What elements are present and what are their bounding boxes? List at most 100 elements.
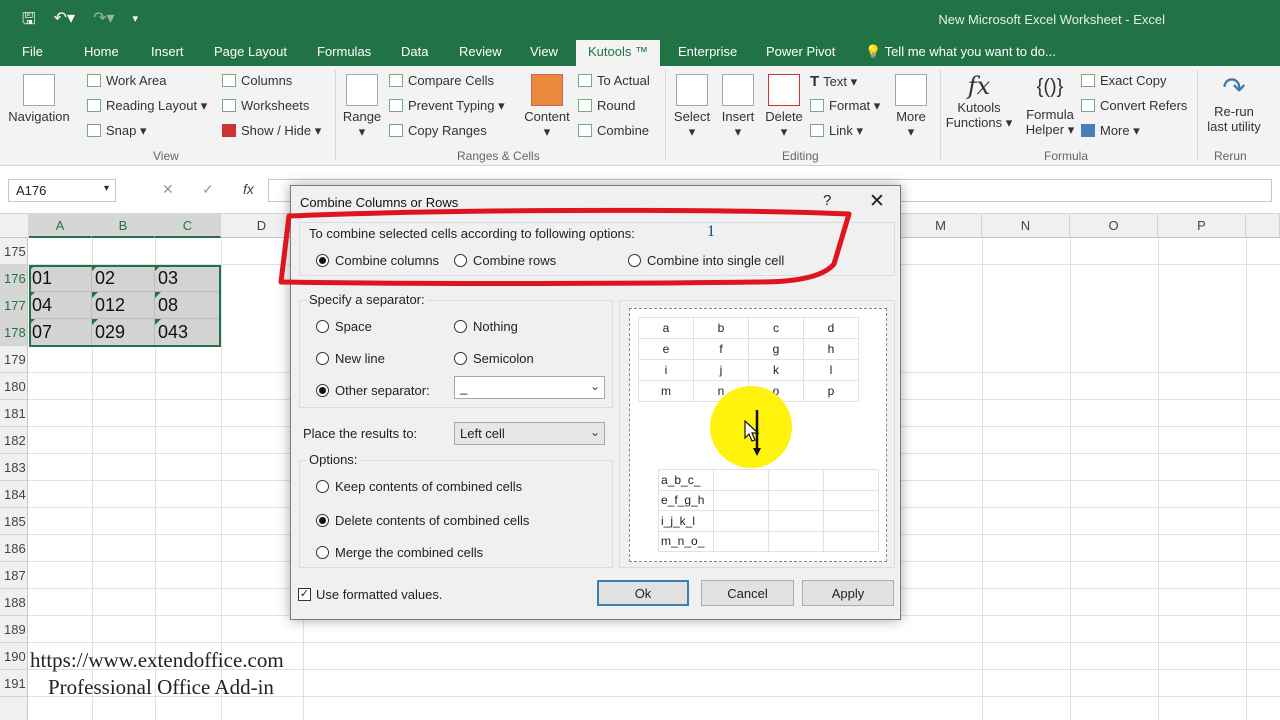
row-header-192[interactable]: [0, 697, 28, 720]
options-label: Options:: [307, 452, 360, 467]
show-hide-label: Show / Hide: [241, 123, 312, 138]
row-header-178[interactable]: 178: [0, 319, 28, 346]
radio-label: Keep contents of combined cells: [335, 479, 523, 494]
close-icon[interactable]: ✕: [869, 190, 885, 213]
name-box[interactable]: A176 ▾: [8, 179, 116, 202]
row-header-185[interactable]: 185: [0, 508, 28, 535]
kutools-functions-button[interactable]: fx Kutools Functions ▾: [945, 72, 1013, 131]
formula-helper-button[interactable]: {()} Formula Helper ▾: [1022, 76, 1078, 138]
to-actual-button[interactable]: To Actual: [578, 73, 650, 88]
customize-qat-icon[interactable]: ▾: [133, 8, 139, 35]
row-header-188[interactable]: 188: [0, 589, 28, 616]
column-header-a[interactable]: A: [29, 214, 92, 238]
cancel-button[interactable]: Cancel: [701, 580, 794, 606]
radio-dot: [316, 320, 329, 333]
column-header-o[interactable]: O: [1070, 214, 1158, 238]
tab-data[interactable]: Data: [401, 44, 428, 59]
preview-cell: f: [693, 338, 749, 360]
round-button[interactable]: Round: [578, 98, 635, 113]
radio-separator-nothing[interactable]: Nothing: [454, 319, 518, 334]
text-button[interactable]: T Text ▾: [810, 73, 857, 90]
tab-view[interactable]: View: [530, 44, 558, 59]
radio-separator-new-line[interactable]: New line: [316, 351, 385, 366]
save-icon[interactable]: 🖫: [22, 8, 36, 35]
tab-insert[interactable]: Insert: [151, 44, 184, 59]
navigation-button[interactable]: Navigation: [6, 74, 72, 124]
confirm-entry-icon[interactable]: ✓: [202, 181, 214, 198]
red-annotation-outline: [278, 207, 852, 286]
work-area-button[interactable]: Work Area: [87, 73, 166, 88]
apply-button[interactable]: Apply: [802, 580, 894, 606]
tab-power-pivot[interactable]: Power Pivot: [766, 44, 835, 59]
range-button[interactable]: Range ▾: [341, 74, 383, 140]
convert-refers-button[interactable]: Convert Refers: [1081, 98, 1187, 113]
radio-label: Other separator:: [335, 383, 430, 398]
more-formula-button[interactable]: More ▾: [1081, 123, 1140, 139]
row-header-183[interactable]: 183: [0, 454, 28, 481]
compare-cells-button[interactable]: Compare Cells: [389, 73, 494, 88]
row-header-180[interactable]: 180: [0, 373, 28, 400]
radio-merge-cells[interactable]: Merge the combined cells: [316, 545, 483, 560]
radio-delete-contents[interactable]: Delete contents of combined cells: [316, 513, 529, 528]
round-icon: [578, 99, 592, 112]
other-separator-combo[interactable]: _ ⌄: [454, 376, 605, 399]
name-box-value: A176: [16, 183, 47, 198]
row-header-191[interactable]: 191: [0, 670, 28, 697]
row-header-187[interactable]: 187: [0, 562, 28, 589]
row-header-184[interactable]: 184: [0, 481, 28, 508]
content-button[interactable]: Content ▾: [521, 74, 573, 140]
column-header-c[interactable]: C: [155, 214, 221, 238]
insert-function-icon[interactable]: fx: [243, 181, 254, 197]
radio-keep-contents[interactable]: Keep contents of combined cells: [316, 479, 522, 494]
row-header-186[interactable]: 186: [0, 535, 28, 562]
radio-separator-space[interactable]: Space: [316, 319, 372, 334]
link-button[interactable]: Link ▾: [810, 123, 863, 139]
prevent-typing-button[interactable]: Prevent Typing ▾: [389, 98, 505, 114]
place-results-combo[interactable]: Left cell ⌄: [454, 422, 605, 445]
format-button[interactable]: Format ▾: [810, 98, 880, 114]
radio-separator-semicolon[interactable]: Semicolon: [454, 351, 534, 366]
tell-me-search[interactable]: 💡 Tell me what you want to do...: [865, 44, 1056, 60]
row-header-190[interactable]: 190: [0, 643, 28, 670]
tab-page-layout[interactable]: Page Layout: [214, 44, 287, 59]
tab-home[interactable]: Home: [84, 44, 119, 59]
rerun-button[interactable]: ↷ Re-run last utility: [1200, 72, 1268, 134]
group-separator: [940, 70, 941, 160]
undo-icon[interactable]: ↶▾: [54, 8, 75, 35]
columns-button[interactable]: Columns: [222, 73, 292, 88]
reading-layout-button[interactable]: Reading Layout ▾: [87, 98, 207, 114]
snap-button[interactable]: Snap ▾: [87, 123, 147, 139]
show-hide-button[interactable]: Show / Hide ▾: [222, 123, 321, 139]
column-header-n[interactable]: N: [982, 214, 1070, 238]
more-editing-button[interactable]: More ▾: [891, 74, 931, 140]
use-formatted-values-checkbox[interactable]: ✓ Use formatted values.: [298, 587, 442, 602]
redo-icon[interactable]: ↷▾: [93, 8, 114, 35]
radio-separator-other[interactable]: Other separator:: [316, 383, 430, 398]
row-header-182[interactable]: 182: [0, 427, 28, 454]
row-header-189[interactable]: 189: [0, 616, 28, 643]
row-header-181[interactable]: 181: [0, 400, 28, 427]
tab-review[interactable]: Review: [459, 44, 502, 59]
column-header-p[interactable]: P: [1158, 214, 1246, 238]
column-header-b[interactable]: B: [92, 214, 155, 238]
chevron-down-icon: ▾: [103, 183, 109, 194]
copy-ranges-button[interactable]: Copy Ranges: [389, 123, 487, 138]
row-header-176[interactable]: 176: [0, 265, 28, 292]
combine-button[interactable]: Combine: [578, 123, 649, 138]
tab-enterprise[interactable]: Enterprise: [678, 44, 737, 59]
worksheets-button[interactable]: Worksheets: [222, 98, 309, 113]
row-header-175[interactable]: 175: [0, 238, 28, 265]
exact-copy-button[interactable]: Exact Copy: [1081, 73, 1166, 88]
cancel-entry-icon[interactable]: ✕: [162, 181, 174, 198]
column-header-m[interactable]: M: [900, 214, 982, 238]
insert-button[interactable]: Insert ▾: [718, 74, 758, 140]
select-all-corner[interactable]: [0, 214, 29, 238]
row-header-177[interactable]: 177: [0, 292, 28, 319]
ok-button[interactable]: Ok: [597, 580, 689, 606]
tab-file[interactable]: File: [22, 44, 43, 59]
tab-formulas[interactable]: Formulas: [317, 44, 371, 59]
select-button[interactable]: Select ▾: [672, 74, 712, 140]
row-header-179[interactable]: 179: [0, 346, 28, 373]
tab-kutools[interactable]: Kutools ™: [576, 40, 660, 66]
delete-button[interactable]: Delete ▾: [764, 74, 804, 140]
